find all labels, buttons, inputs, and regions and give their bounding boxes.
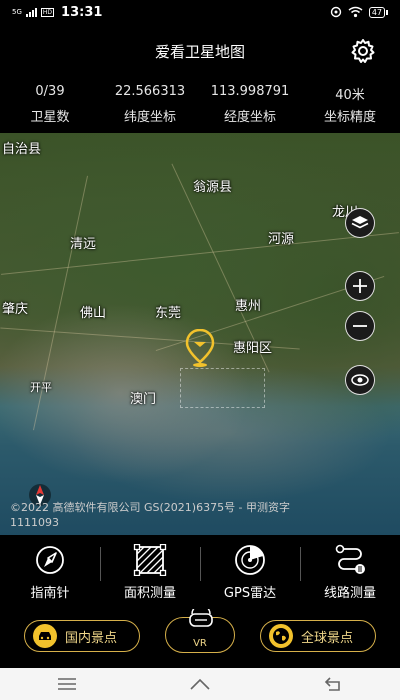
copyright-line1: ©2022 高德软件有限公司 GS(2021)6375号 - 甲测资字 [10,501,291,514]
tool-gps-radar[interactable]: GPS雷达 [200,535,300,605]
page-title: 爱看卫星地图 [154,43,245,61]
location-pin-icon [185,329,215,367]
stat-label: 纬度坐标 [123,110,176,125]
nav-menu-button[interactable] [0,668,133,700]
stat-value: 40米 [335,88,365,103]
stat-label: 卫星数 [30,110,70,125]
zoom-out-button[interactable] [345,311,375,341]
stat-value: 0/39 [35,84,65,99]
map-label-huizhou: 惠州 [235,299,262,314]
domestic-scenic-button[interactable]: 国内景点 [24,620,140,652]
tool-compass[interactable]: 指南针 [0,535,100,605]
zoom-in-button[interactable] [345,271,375,301]
map-label-qingyuan: 清远 [70,237,97,252]
tool-route-measure[interactable]: 线路测量 [300,535,400,605]
nav-home-button[interactable] [133,668,266,700]
battery-level: 47 [368,6,385,18]
globe-icon [269,624,293,648]
vr-headset-icon [189,609,213,627]
tool-label: 线路测量 [323,586,376,601]
map-copyright: ©2022 高德软件有限公司 GS(2021)6375号 - 甲测资字 1111… [10,500,390,530]
global-scenic-button[interactable]: 全球景点 [260,620,376,652]
compass-icon [36,546,64,574]
locate-button[interactable] [345,365,375,395]
map-label-zhaoqing: 肇庆 [2,302,29,317]
battery-icon: 47 [368,6,388,18]
stat-value: 22.566313 [114,84,186,99]
stat-accuracy: 40米 坐标精度 [300,84,400,125]
map-label-dongguan: 东莞 [155,306,182,321]
tool-label: 指南针 [30,586,70,601]
location-icon [330,6,342,18]
home-icon [190,678,210,690]
tool-label: GPS雷达 [223,586,277,601]
stat-satellites: 0/39 卫星数 [0,84,100,125]
vr-button[interactable]: VR [165,609,235,653]
minus-icon [353,325,367,327]
status-bar: 5G HD 13:31 47 [0,0,400,24]
gps-stats: 0/39 卫星数 22.566313 纬度坐标 113.998791 经度坐标 … [0,84,400,125]
map-region-outline [180,368,265,408]
menu-icon [57,678,76,690]
stat-latitude: 22.566313 纬度坐标 [100,84,200,125]
car-icon [33,624,57,648]
stat-longitude: 113.998791 经度坐标 [200,84,300,125]
status-time: 13:31 [61,4,103,20]
wifi-icon [348,6,363,18]
tool-label: 面积测量 [123,586,176,601]
map-label-kaiping: 开平 [30,381,52,394]
map-label-heyuan: 河源 [268,232,295,247]
map-label-huiyang: 惠阳区 [233,341,273,356]
tool-area-measure[interactable]: 面积测量 [100,535,200,605]
map-label-macau: 澳门 [130,392,157,407]
copyright-line2: 1111093 [10,516,59,529]
stat-label: 经度坐标 [223,110,276,125]
plus-icon [353,279,367,293]
map-label-wengyuan: 翁源县 [193,180,233,195]
vr-label: VR [193,638,207,649]
signal-bars-icon [25,7,37,17]
layers-button[interactable] [345,208,375,238]
radar-icon [235,545,265,575]
signal-type: 5G [12,7,22,16]
stat-value: 113.998791 [210,84,290,99]
satellite-map[interactable]: 自治县 翁源县 龙川 清远 河源 肇庆 佛山 东莞 惠州 惠阳区 开平 澳门 ©… [0,133,400,535]
nav-back-button[interactable] [267,668,400,700]
domestic-label: 国内景点 [65,630,118,646]
system-nav-bar [0,668,400,700]
header: 爱看卫星地图 0/39 卫星数 22.566313 纬度坐标 113.99879… [0,24,400,133]
hd-badge: HD [40,7,55,17]
map-label-zigao: 自治县 [2,142,42,157]
back-icon [325,677,341,691]
global-label: 全球景点 [301,630,354,646]
locate-eye-icon [351,374,369,386]
route-measure-icon [335,544,365,574]
layers-icon [351,216,369,229]
area-measure-icon [133,544,167,576]
tool-bar: 指南针 面积测量 GPS雷达 线路测量 [0,535,400,605]
settings-gear-icon[interactable] [350,38,376,64]
map-label-foshan: 佛山 [80,306,107,321]
scenic-row: 国内景点 VR 全球景点 [0,605,400,668]
stat-label: 坐标精度 [323,110,376,125]
